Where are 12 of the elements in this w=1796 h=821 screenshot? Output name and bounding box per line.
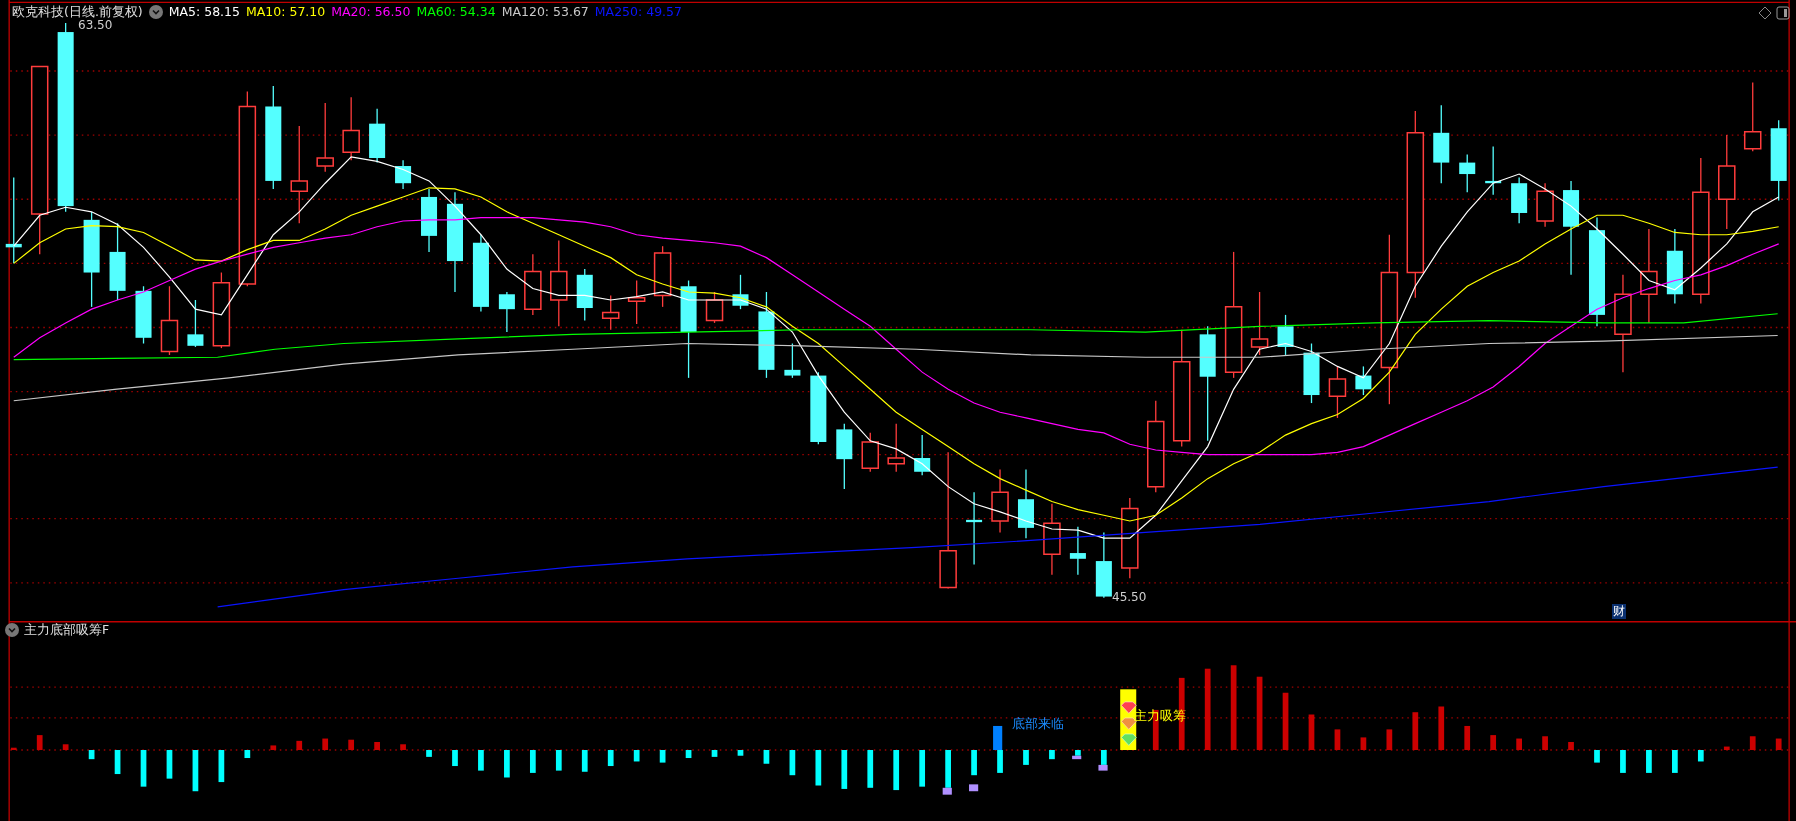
- signal-label: 底部来临: [1012, 716, 1064, 732]
- moving-average-value: MA20: 56.50: [331, 4, 411, 20]
- price-label: 45.50: [1112, 590, 1147, 604]
- indicator-title: 主力底部吸筹F: [24, 622, 110, 638]
- finance-marker[interactable]: 财: [1612, 604, 1626, 619]
- moving-average-value: MA120: 53.67: [501, 4, 589, 20]
- price-label: 63.50: [78, 18, 113, 32]
- chart-title: 欧克科技(日线.前复权): [12, 4, 143, 20]
- moving-average-value: MA250: 49.57: [594, 4, 682, 20]
- moving-average-value: MA60: 54.34: [416, 4, 496, 20]
- moving-average-value: MA5: 58.15: [168, 4, 240, 20]
- moving-average-value: MA10: 57.10: [246, 4, 326, 20]
